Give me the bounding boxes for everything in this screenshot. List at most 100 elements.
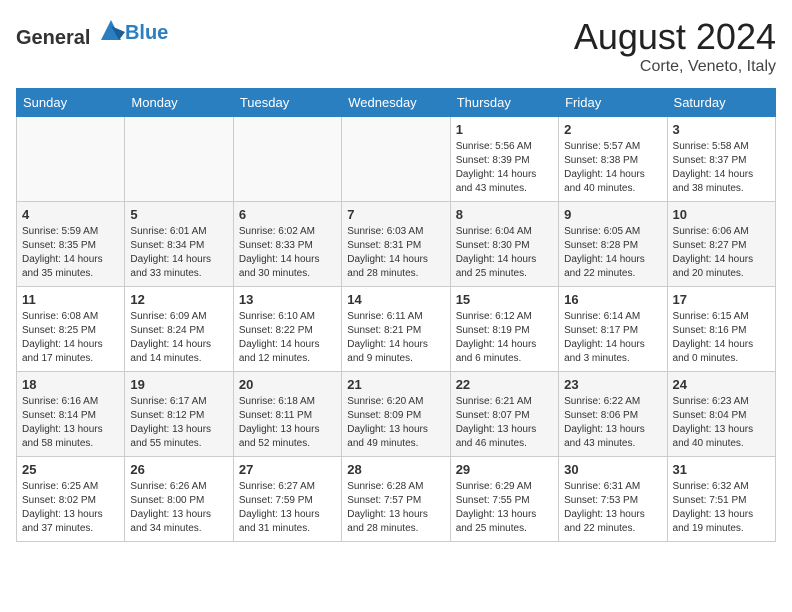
calendar-day: 5 Sunrise: 6:01 AM Sunset: 8:34 PM Daylig… [125,202,233,287]
calendar-day: 15Sunrise: 6:12 AM Sunset: 8:19 PM Dayli… [450,287,558,372]
day-number: 28 [347,462,444,477]
day-info: Sunrise: 6:08 AM Sunset: 8:25 PM Dayligh… [22,310,119,366]
day-number: 2 [564,122,661,137]
calendar-day: 6 Sunrise: 6:02 AM Sunset: 8:33 PM Daylig… [233,202,341,287]
day-info: Sunrise: 6:32 AM Sunset: 7:51 PM Dayligh… [673,480,770,536]
day-info: Sunrise: 6:12 AM Sunset: 8:19 PM Dayligh… [456,310,553,366]
calendar-day: 2 Sunrise: 5:57 AM Sunset: 8:38 PM Daylig… [559,117,667,202]
day-info: Sunrise: 6:11 AM Sunset: 8:21 PM Dayligh… [347,310,444,366]
calendar-week-4: 18Sunrise: 6:16 AM Sunset: 8:14 PM Dayli… [17,372,776,457]
calendar-day: 25 Sunrise: 6:25 AM Sunset: 8:02 PM Dayli… [17,457,125,542]
day-number: 14 [347,292,444,307]
calendar-day: 23 Sunrise: 6:22 AM Sunset: 8:06 PM Dayli… [559,372,667,457]
calendar-day [342,117,450,202]
calendar-week-3: 11 Sunrise: 6:08 AM Sunset: 8:25 PM Dayli… [17,287,776,372]
day-info: Sunrise: 6:10 AM Sunset: 8:22 PM Dayligh… [239,310,336,366]
day-number: 6 [239,207,336,222]
calendar-day: 28 Sunrise: 6:28 AM Sunset: 7:57 PM Dayli… [342,457,450,542]
calendar-week-1: 1 Sunrise: 5:56 AM Sunset: 8:39 PM Daylig… [17,117,776,202]
calendar-table: SundayMondayTuesdayWednesdayThursdayFrid… [16,88,776,542]
day-info: Sunrise: 5:57 AM Sunset: 8:38 PM Dayligh… [564,140,661,196]
calendar-day: 3 Sunrise: 5:58 AM Sunset: 8:37 PM Daylig… [667,117,775,202]
calendar-day: 19 Sunrise: 6:17 AM Sunset: 8:12 PM Dayli… [125,372,233,457]
day-header-monday: Monday [125,89,233,117]
day-info: Sunrise: 6:20 AM Sunset: 8:09 PM Dayligh… [347,395,444,451]
page-header: General Blue August 2024 Corte, Veneto, … [16,16,776,76]
day-number: 25 [22,462,119,477]
day-info: Sunrise: 6:06 AM Sunset: 8:27 PM Dayligh… [673,225,770,281]
day-number: 4 [22,207,119,222]
day-header-thursday: Thursday [450,89,558,117]
day-header-wednesday: Wednesday [342,89,450,117]
logo: General Blue [16,16,168,50]
day-info: Sunrise: 6:17 AM Sunset: 8:12 PM Dayligh… [130,395,227,451]
day-number: 19 [130,377,227,392]
title-block: August 2024 Corte, Veneto, Italy [574,16,776,76]
calendar-day: 13 Sunrise: 6:10 AM Sunset: 8:22 PM Dayli… [233,287,341,372]
calendar-week-2: 4Sunrise: 5:59 AM Sunset: 8:35 PM Daylig… [17,202,776,287]
day-number: 30 [564,462,661,477]
day-number: 7 [347,207,444,222]
day-number: 22 [456,377,553,392]
calendar-day: 18Sunrise: 6:16 AM Sunset: 8:14 PM Dayli… [17,372,125,457]
day-number: 1 [456,122,553,137]
calendar-day: 1 Sunrise: 5:56 AM Sunset: 8:39 PM Daylig… [450,117,558,202]
day-number: 13 [239,292,336,307]
logo-general-text: General [16,27,90,49]
calendar-day: 21 Sunrise: 6:20 AM Sunset: 8:09 PM Dayli… [342,372,450,457]
calendar-day: 10Sunrise: 6:06 AM Sunset: 8:27 PM Dayli… [667,202,775,287]
day-info: Sunrise: 6:05 AM Sunset: 8:28 PM Dayligh… [564,225,661,281]
calendar-day: 22Sunrise: 6:21 AM Sunset: 8:07 PM Dayli… [450,372,558,457]
calendar-day: 26 Sunrise: 6:26 AM Sunset: 8:00 PM Dayli… [125,457,233,542]
calendar-day: 24 Sunrise: 6:23 AM Sunset: 8:04 PM Dayli… [667,372,775,457]
day-header-friday: Friday [559,89,667,117]
day-info: Sunrise: 6:31 AM Sunset: 7:53 PM Dayligh… [564,480,661,536]
calendar-day: 20Sunrise: 6:18 AM Sunset: 8:11 PM Dayli… [233,372,341,457]
day-info: Sunrise: 6:26 AM Sunset: 8:00 PM Dayligh… [130,480,227,536]
logo-icon [97,16,125,44]
day-info: Sunrise: 6:28 AM Sunset: 7:57 PM Dayligh… [347,480,444,536]
day-info: Sunrise: 5:58 AM Sunset: 8:37 PM Dayligh… [673,140,770,196]
day-number: 9 [564,207,661,222]
calendar-week-5: 25 Sunrise: 6:25 AM Sunset: 8:02 PM Dayli… [17,457,776,542]
calendar-day: 30 Sunrise: 6:31 AM Sunset: 7:53 PM Dayli… [559,457,667,542]
calendar-day: 16 Sunrise: 6:14 AM Sunset: 8:17 PM Dayli… [559,287,667,372]
day-info: Sunrise: 6:03 AM Sunset: 8:31 PM Dayligh… [347,225,444,281]
day-header-tuesday: Tuesday [233,89,341,117]
calendar-day [125,117,233,202]
day-info: Sunrise: 6:09 AM Sunset: 8:24 PM Dayligh… [130,310,227,366]
day-number: 16 [564,292,661,307]
location: Corte, Veneto, Italy [574,58,776,76]
day-info: Sunrise: 6:25 AM Sunset: 8:02 PM Dayligh… [22,480,119,536]
day-number: 27 [239,462,336,477]
calendar-day [17,117,125,202]
calendar-day: 7 Sunrise: 6:03 AM Sunset: 8:31 PM Daylig… [342,202,450,287]
day-number: 5 [130,207,227,222]
calendar-day: 14 Sunrise: 6:11 AM Sunset: 8:21 PM Dayli… [342,287,450,372]
calendar-day: 29 Sunrise: 6:29 AM Sunset: 7:55 PM Dayli… [450,457,558,542]
day-number: 23 [564,377,661,392]
day-number: 24 [673,377,770,392]
day-info: Sunrise: 6:23 AM Sunset: 8:04 PM Dayligh… [673,395,770,451]
calendar-day: 4Sunrise: 5:59 AM Sunset: 8:35 PM Daylig… [17,202,125,287]
day-number: 29 [456,462,553,477]
day-info: Sunrise: 6:01 AM Sunset: 8:34 PM Dayligh… [130,225,227,281]
calendar-day: 27 Sunrise: 6:27 AM Sunset: 7:59 PM Dayli… [233,457,341,542]
day-info: Sunrise: 5:56 AM Sunset: 8:39 PM Dayligh… [456,140,553,196]
calendar-day: 8Sunrise: 6:04 AM Sunset: 8:30 PM Daylig… [450,202,558,287]
day-number: 26 [130,462,227,477]
day-number: 21 [347,377,444,392]
day-info: Sunrise: 6:16 AM Sunset: 8:14 PM Dayligh… [22,395,119,451]
day-header-sunday: Sunday [17,89,125,117]
day-info: Sunrise: 6:14 AM Sunset: 8:17 PM Dayligh… [564,310,661,366]
day-info: Sunrise: 6:22 AM Sunset: 8:06 PM Dayligh… [564,395,661,451]
calendar-day: 11 Sunrise: 6:08 AM Sunset: 8:25 PM Dayli… [17,287,125,372]
calendar-day: 31 Sunrise: 6:32 AM Sunset: 7:51 PM Dayli… [667,457,775,542]
day-number: 31 [673,462,770,477]
day-info: Sunrise: 6:02 AM Sunset: 8:33 PM Dayligh… [239,225,336,281]
day-info: Sunrise: 6:27 AM Sunset: 7:59 PM Dayligh… [239,480,336,536]
day-number: 11 [22,292,119,307]
day-number: 12 [130,292,227,307]
day-info: Sunrise: 6:29 AM Sunset: 7:55 PM Dayligh… [456,480,553,536]
day-number: 3 [673,122,770,137]
